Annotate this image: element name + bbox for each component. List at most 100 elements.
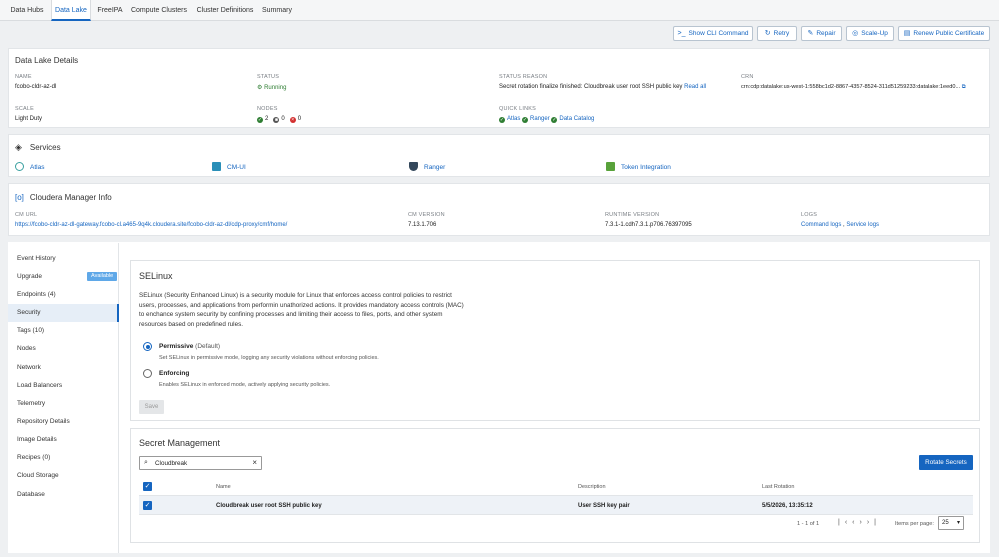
chevron-down-icon: ▾ <box>956 520 960 526</box>
prev-page-icon[interactable]: ‹ <box>852 519 859 526</box>
status-reason-value: Secret rotation finalize finished: Cloud… <box>499 84 707 90</box>
tab-compute-clusters[interactable]: Compute Clusters <box>129 0 189 21</box>
permissive-radio[interactable] <box>143 342 152 351</box>
tab-freeipa[interactable]: FreeIPA <box>93 0 127 21</box>
sidebar-item-repository-details[interactable]: Repository Details <box>8 413 119 431</box>
sidebar: Event History Upgrade Available Endpoints… <box>8 243 119 553</box>
service-atlas[interactable]: Atlas <box>15 162 44 171</box>
certificate-icon: ▤ <box>903 30 911 37</box>
first-page-icon[interactable]: |‹ <box>838 519 852 526</box>
layers-icon: ◈ <box>15 142 22 152</box>
sidebar-item-image-details[interactable]: Image Details <box>8 431 119 449</box>
save-button[interactable]: Save <box>139 400 164 414</box>
read-all-link[interactable]: Read all <box>684 84 706 90</box>
crn-value: crn:cdp:datalake:us-west-1:558bc1d2-8867… <box>741 84 966 90</box>
sidebar-item-endpoints[interactable]: Endpoints (4) <box>8 286 119 304</box>
secret-management-title: Secret Management <box>139 438 221 448</box>
last-page-icon[interactable]: ›| <box>867 519 881 526</box>
status-reason-label: STATUS REASON <box>499 74 548 80</box>
check-circle-icon: ✓ <box>499 117 505 123</box>
services-card: ◈ Services Atlas CM-UI Ranger Token Integ… <box>8 134 990 177</box>
pagination-controls: |‹‹››| <box>838 519 881 526</box>
sidebar-item-security[interactable]: Security <box>8 304 119 322</box>
service-ranger[interactable]: Ranger <box>409 162 445 171</box>
row-checkbox[interactable]: ✓ <box>143 501 152 510</box>
sidebar-item-nodes[interactable]: Nodes <box>8 340 119 358</box>
tab-data-lake[interactable]: Data Lake <box>51 0 91 21</box>
command-logs-link[interactable]: Command logs <box>801 222 841 228</box>
data-lake-details-card: Data Lake Details NAME fcobo-cldr-az-dl … <box>8 48 990 128</box>
enforcing-description: Enables SELinux in enforced mode, active… <box>159 382 331 388</box>
nodes-label: NODES <box>257 106 278 112</box>
show-cli-command-button[interactable]: >_ Show CLI Command <box>673 26 753 41</box>
sidebar-item-network[interactable]: Network <box>8 359 119 377</box>
runtime-version-value: 7.3.1-1.cdh7.3.1.p706.76397095 <box>605 222 692 228</box>
sidebar-item-telemetry[interactable]: Telemetry <box>8 395 119 413</box>
retry-button[interactable]: ↻ Retry <box>757 26 797 41</box>
secret-search-input[interactable]: Cloudbreak <box>155 460 187 467</box>
repair-button[interactable]: ✎ Repair <box>801 26 842 41</box>
retry-icon: ↻ <box>764 30 771 37</box>
selinux-panel: SELinux SELinux (Security Enhanced Linux… <box>130 260 980 421</box>
error-circle-icon: × <box>289 117 296 123</box>
copy-icon[interactable]: ⧉ <box>962 84 966 90</box>
enforcing-radio[interactable] <box>143 369 152 378</box>
permissive-label: Permissive (Default) <box>159 343 221 350</box>
knox-icon <box>606 162 615 171</box>
enforcing-label: Enforcing <box>159 370 190 377</box>
permissive-description: Set SELinux in permissive mode, logging … <box>159 355 379 361</box>
table-row[interactable]: ✓ Cloudbreak user root SSH public key Us… <box>139 495 973 515</box>
sidebar-item-database[interactable]: Database <box>8 486 119 504</box>
quick-link-data-catalog[interactable]: Data Catalog <box>559 116 594 122</box>
runtime-version-label: RUNTIME VERSION <box>605 212 660 218</box>
scale-icon: ◎ <box>852 30 859 37</box>
tab-data-hubs[interactable]: Data Hubs <box>4 0 50 21</box>
sidebar-item-event-history[interactable]: Event History <box>8 250 119 268</box>
secret-management-panel: Secret Management ⌕ Cloudbreak × Rotate … <box>130 428 980 543</box>
pagination-range: 1 - 1 of 1 <box>797 521 820 527</box>
scale-up-button[interactable]: ◎ Scale-Up <box>846 26 894 41</box>
row-description: User SSH key pair <box>578 503 630 509</box>
quick-link-ranger[interactable]: Ranger <box>530 116 550 122</box>
crn-label: CRN <box>741 74 754 80</box>
secret-search-box: ⌕ Cloudbreak × <box>139 456 262 470</box>
selinux-description: SELinux (Security Enhanced Linux) is a s… <box>139 292 464 328</box>
service-logs-link[interactable]: Service logs <box>846 222 879 228</box>
cm-version-label: CM VERSION <box>408 212 445 218</box>
clear-search-icon[interactable]: × <box>252 458 257 467</box>
cm-url-label: CM URL <box>15 212 38 218</box>
services-header: ◈ Services <box>15 142 61 152</box>
tab-cluster-definitions[interactable]: Cluster Definitions <box>193 0 257 21</box>
tab-summary[interactable]: Summary <box>259 0 295 21</box>
sidebar-item-recipes[interactable]: Recipes (0) <box>8 449 119 467</box>
next-page-icon[interactable]: › <box>860 519 867 526</box>
quick-links: ✓ Atlas ✓ Ranger ✓ Data Catalog <box>499 116 594 123</box>
column-header-description[interactable]: Description <box>578 484 606 490</box>
sidebar-item-upgrade[interactable]: Upgrade Available <box>8 268 119 286</box>
service-cm-ui[interactable]: CM-UI <box>212 162 246 171</box>
cm-header: [o] Cloudera Manager Info <box>15 193 112 202</box>
selinux-title: SELinux <box>139 271 173 281</box>
sidebar-item-cloud-storage[interactable]: Cloud Storage <box>8 467 119 485</box>
cm-version-value: 7.13.1.706 <box>408 222 437 228</box>
rotate-secrets-button[interactable]: Rotate Secrets <box>919 455 973 470</box>
sidebar-item-tags[interactable]: Tags (10) <box>8 322 119 340</box>
cloudera-icon: [o] <box>15 193 24 202</box>
sidebar-item-load-balancers[interactable]: Load Balancers <box>8 377 119 395</box>
wrench-icon: ✎ <box>807 30 814 37</box>
column-header-last-rotation[interactable]: Last Rotation <box>762 484 794 490</box>
logs-links: Command logs , Service logs <box>801 222 880 228</box>
ranger-shield-icon <box>409 162 418 171</box>
upgrade-available-badge: Available <box>87 272 118 281</box>
service-token-integration[interactable]: Token Integration <box>606 162 671 171</box>
items-per-page-label: Items per page: <box>895 521 934 527</box>
renew-certificate-button[interactable]: ▤ Renew Public Certificate <box>898 26 990 41</box>
status-value: ⚙ Running <box>257 85 287 91</box>
cm-url-link[interactable]: https://fcobo-cldr-az-dl-gateway.fcobo-c… <box>15 222 287 228</box>
select-all-checkbox[interactable]: ✓ <box>143 482 152 491</box>
items-per-page-select[interactable]: 25 ▾ <box>938 516 964 530</box>
column-header-name[interactable]: Name <box>216 484 231 490</box>
running-icon: ⚙ <box>257 85 263 91</box>
nodes-value: ✓ 2 ■ 0 × 0 <box>257 116 302 123</box>
quick-link-atlas[interactable]: Atlas <box>507 116 520 122</box>
